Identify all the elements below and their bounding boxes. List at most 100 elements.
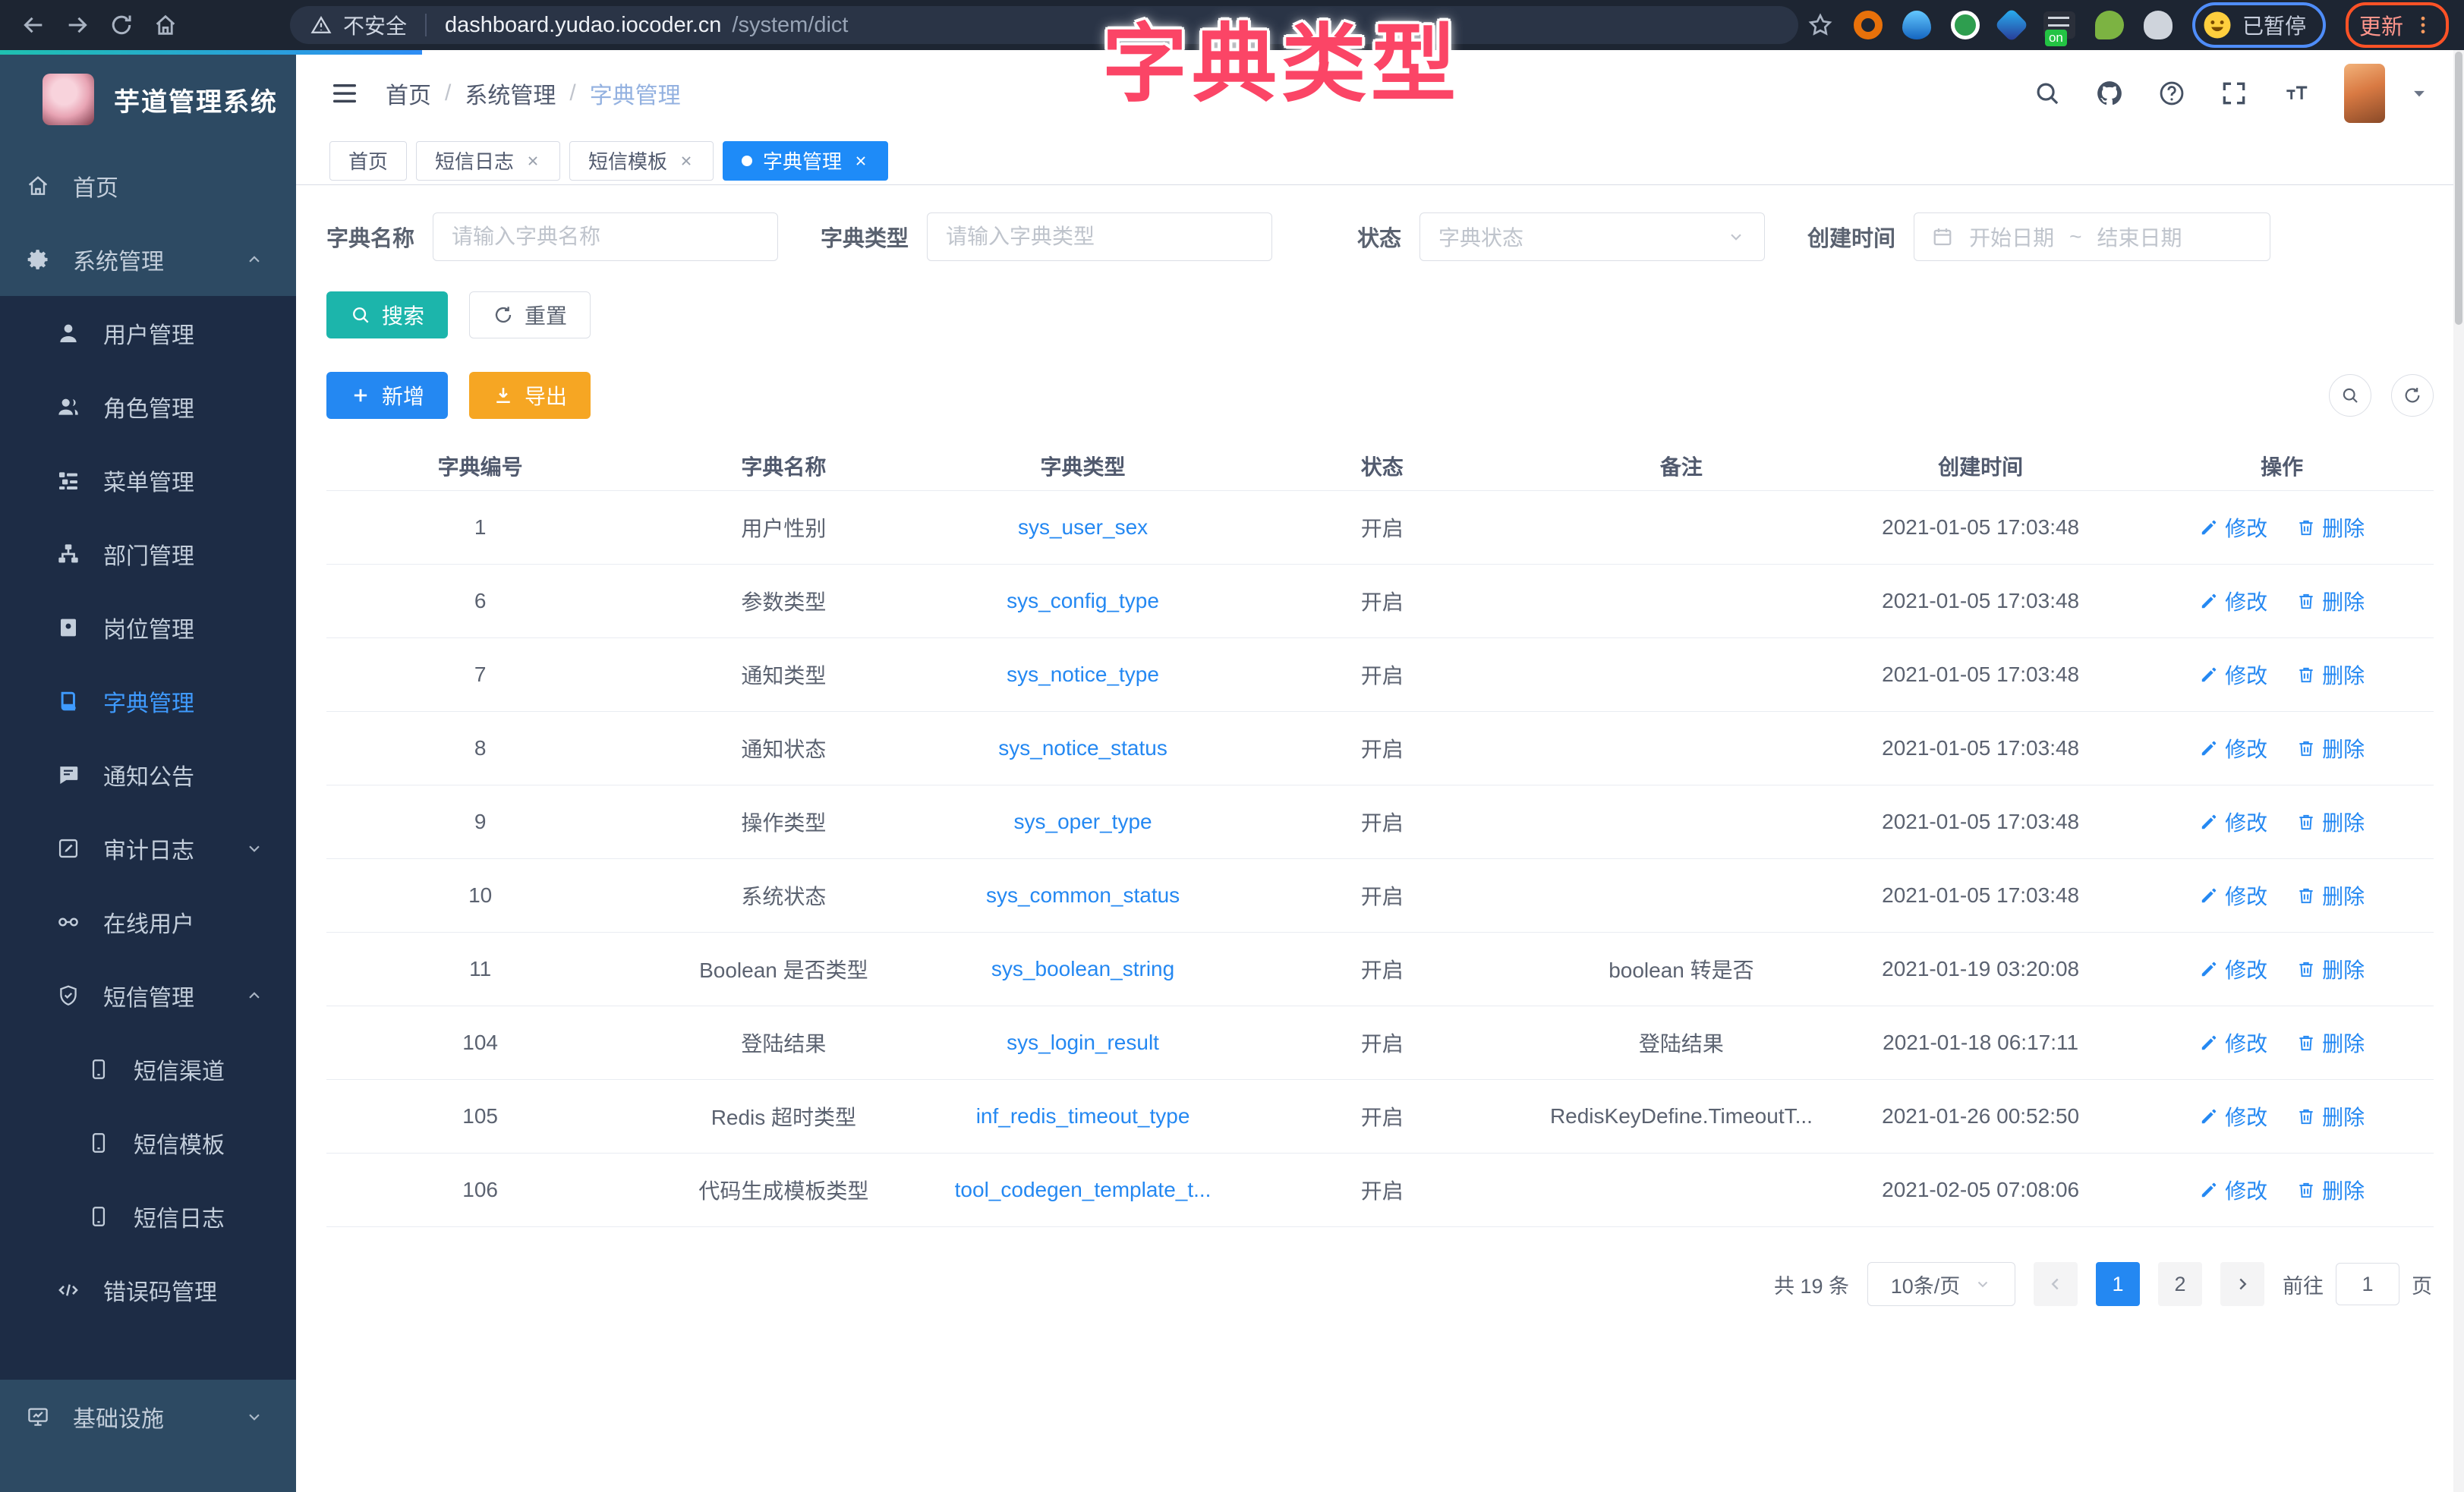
page-button-1[interactable]: 1 (2096, 1262, 2140, 1306)
reload-icon[interactable] (103, 7, 140, 43)
dict-type-link[interactable]: tool_codegen_template_t... (955, 1178, 1212, 1201)
refresh-table-button[interactable] (2391, 374, 2434, 417)
breadcrumb-item-system[interactable]: 系统管理 (465, 77, 556, 110)
delete-link[interactable]: 删除 (2296, 954, 2365, 984)
goto-page-input[interactable] (2336, 1263, 2399, 1305)
dict-type-link[interactable]: sys_login_result (1007, 1031, 1159, 1054)
search-button[interactable]: 搜索 (326, 291, 448, 338)
sidebar-item-部门管理[interactable]: 部门管理 (0, 517, 296, 590)
delete-link[interactable]: 删除 (2296, 1101, 2365, 1132)
tab-短信日志[interactable]: 短信日志 (416, 141, 560, 181)
kebab-menu-icon[interactable] (2411, 13, 2435, 37)
search-icon[interactable] (2033, 79, 2062, 108)
delete-link-label: 删除 (2322, 1028, 2365, 1058)
add-button[interactable]: 新增 (326, 372, 448, 419)
reset-button[interactable]: 重置 (469, 291, 591, 338)
caret-down-icon[interactable] (2408, 82, 2431, 105)
forward-icon[interactable] (59, 7, 96, 43)
close-icon[interactable] (678, 153, 695, 169)
scrollbar[interactable] (2453, 50, 2464, 1492)
edit-link[interactable]: 修改 (2199, 733, 2267, 763)
edit-link[interactable]: 修改 (2199, 512, 2267, 543)
next-page-button[interactable] (2220, 1262, 2264, 1306)
sidebar-item-短信日志[interactable]: 短信日志 (0, 1179, 296, 1253)
dict-type-link[interactable]: sys_boolean_string (991, 957, 1174, 981)
edit-link[interactable]: 修改 (2199, 807, 2267, 837)
hamburger-icon[interactable] (329, 78, 360, 109)
user-avatar[interactable] (2344, 64, 2385, 123)
address-bar[interactable]: 不安全 dashboard.yudao.iocoder.cn/system/di… (290, 6, 1798, 44)
scrollbar-thumb[interactable] (2455, 52, 2462, 325)
delete-link[interactable]: 删除 (2296, 733, 2365, 763)
sidebar-item-短信模板[interactable]: 短信模板 (0, 1106, 296, 1179)
edit-link[interactable]: 修改 (2199, 880, 2267, 911)
dict-name-input[interactable] (433, 212, 778, 261)
dict-type-link[interactable]: sys_oper_type (1014, 810, 1152, 833)
page-button-2[interactable]: 2 (2158, 1262, 2202, 1306)
extension-donut-icon[interactable] (1854, 11, 1883, 39)
dict-type-link[interactable]: sys_config_type (1007, 589, 1159, 612)
tab-首页[interactable]: 首页 (329, 141, 407, 181)
sidebar-item-在线用户[interactable]: 在线用户 (0, 885, 296, 958)
close-icon[interactable] (525, 153, 541, 169)
edit-link[interactable]: 修改 (2199, 954, 2267, 984)
delete-link[interactable]: 删除 (2296, 880, 2365, 911)
sidebar-item-短信渠道[interactable]: 短信渠道 (0, 1032, 296, 1106)
tab-短信模板[interactable]: 短信模板 (569, 141, 714, 181)
sidebar-item-短信管理[interactable]: 短信管理 (0, 958, 296, 1032)
column-header-字典编号: 字典编号 (326, 442, 634, 491)
profile-paused-badge[interactable]: 已暂停 (2192, 2, 2326, 48)
edit-link[interactable]: 修改 (2199, 659, 2267, 690)
sidebar-item-菜单管理[interactable]: 菜单管理 (0, 443, 296, 517)
github-icon[interactable] (2095, 79, 2124, 108)
close-icon[interactable] (852, 153, 869, 169)
delete-link[interactable]: 删除 (2296, 512, 2365, 543)
font-size-icon[interactable] (2282, 79, 2311, 108)
delete-link[interactable]: 删除 (2296, 1175, 2365, 1205)
extension-diamond-icon[interactable] (1994, 8, 2028, 42)
export-button[interactable]: 导出 (469, 372, 591, 419)
edit-link[interactable]: 修改 (2199, 1101, 2267, 1132)
browser-home-icon[interactable] (147, 7, 184, 43)
date-range-picker[interactable]: 开始日期 ~ 结束日期 (1914, 212, 2270, 261)
breadcrumb-item-home[interactable]: 首页 (386, 77, 431, 110)
sidebar-item-字典管理[interactable]: 字典管理 (0, 664, 296, 738)
back-icon[interactable] (15, 7, 52, 43)
extension-leaf-icon[interactable] (2095, 11, 2124, 39)
sidebar-item-系统管理[interactable]: 系统管理 (0, 222, 296, 296)
help-icon[interactable] (2157, 79, 2186, 108)
delete-link[interactable]: 删除 (2296, 807, 2365, 837)
dict-type-link[interactable]: inf_redis_timeout_type (976, 1104, 1190, 1128)
edit-link[interactable]: 修改 (2199, 1175, 2267, 1205)
edit-link[interactable]: 修改 (2199, 586, 2267, 616)
sidebar-item-基础设施[interactable]: 基础设施 (0, 1380, 296, 1453)
sidebar-item-角色管理[interactable]: 角色管理 (0, 370, 296, 443)
dict-type-input[interactable] (927, 212, 1272, 261)
page-size-select[interactable]: 10条/页 (1867, 1262, 2015, 1306)
fullscreen-icon[interactable] (2220, 79, 2248, 108)
delete-link[interactable]: 删除 (2296, 1028, 2365, 1058)
extension-drop-icon[interactable] (1902, 11, 1931, 39)
tab-字典管理[interactable]: 字典管理 (723, 141, 888, 181)
bookmark-star-icon[interactable] (1807, 11, 1834, 39)
sidebar-item-用户管理[interactable]: 用户管理 (0, 296, 296, 370)
sidebar-item-岗位管理[interactable]: 岗位管理 (0, 590, 296, 664)
delete-link[interactable]: 删除 (2296, 586, 2365, 616)
edit-link[interactable]: 修改 (2199, 1028, 2267, 1058)
dict-type-link[interactable]: sys_common_status (986, 883, 1180, 907)
chrome-update-button[interactable]: 更新 (2346, 2, 2449, 48)
extension-green-circle-icon[interactable] (1951, 11, 1980, 39)
dict-type-link[interactable]: sys_notice_status (998, 736, 1167, 760)
prev-page-button[interactable] (2034, 1262, 2078, 1306)
status-select[interactable]: 字典状态 (1419, 212, 1765, 261)
sidebar-item-通知公告[interactable]: 通知公告 (0, 738, 296, 811)
extension-list-icon[interactable]: on (2043, 11, 2075, 39)
delete-link[interactable]: 删除 (2296, 659, 2365, 690)
show-search-toggle-button[interactable] (2329, 374, 2371, 417)
extension-figure-icon[interactable] (2144, 11, 2173, 39)
dict-type-link[interactable]: sys_notice_type (1007, 663, 1159, 686)
sidebar-item-首页[interactable]: 首页 (0, 149, 296, 222)
sidebar-item-错误码管理[interactable]: 错误码管理 (0, 1253, 296, 1327)
dict-type-link[interactable]: sys_user_sex (1018, 515, 1148, 539)
sidebar-item-审计日志[interactable]: 审计日志 (0, 811, 296, 885)
